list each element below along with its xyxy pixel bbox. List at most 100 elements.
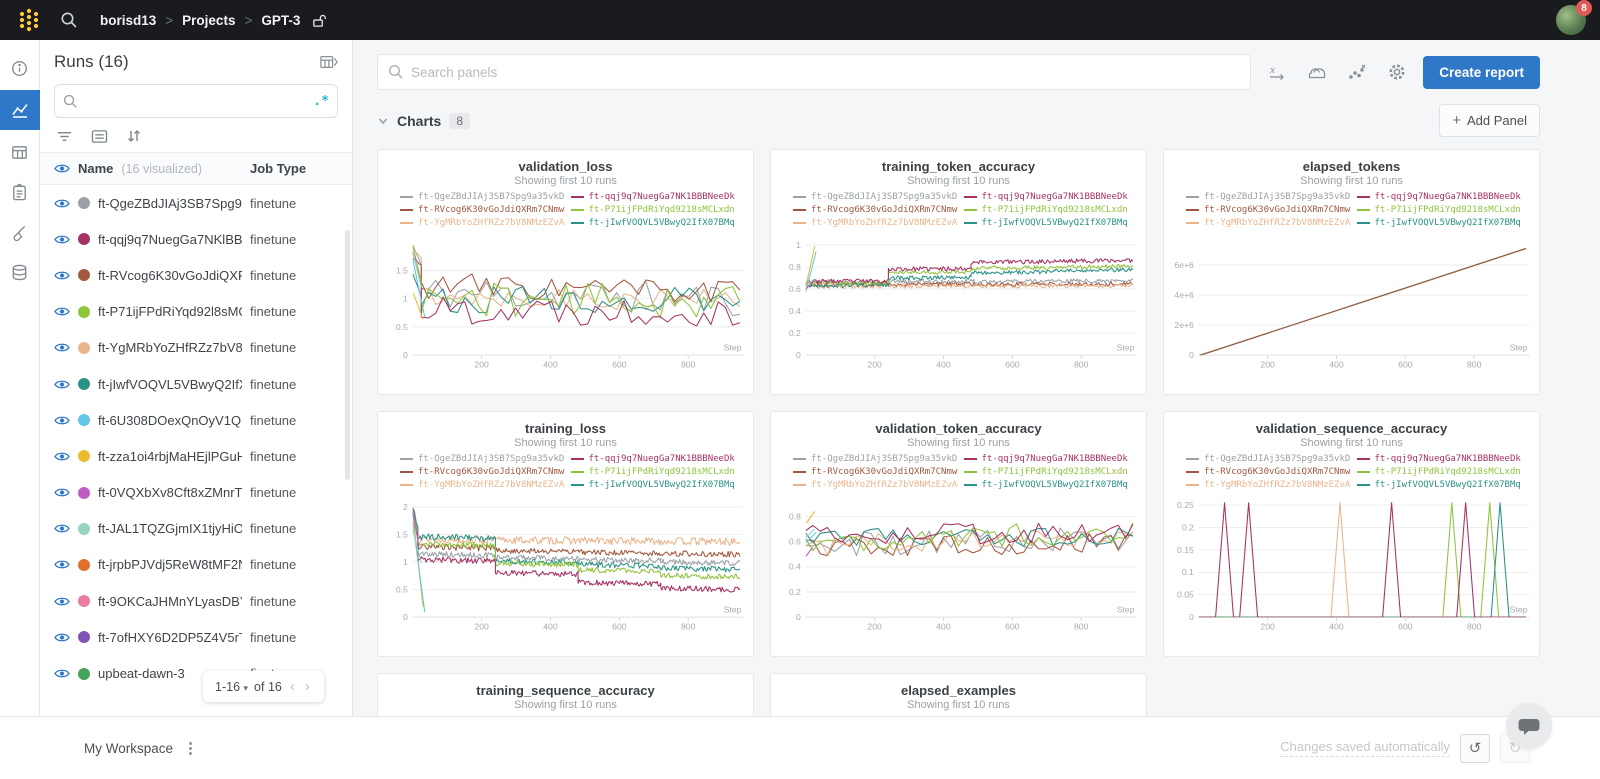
run-row[interactable]: ft-7ofHXY6D2DP5Z4V5rTvfinetune [40,619,352,655]
pagination-next-button[interactable]: › [303,678,312,695]
visibility-eye-icon[interactable] [54,667,70,680]
chart-title: validation_sequence_accuracy [1164,421,1539,436]
run-name[interactable]: ft-zza1oi4rbjMaHEjlPGuH [98,449,242,464]
run-name[interactable]: ft-0VQXbXv8Cft8xZMnrTZ [98,485,242,500]
group-icon[interactable] [91,128,108,144]
run-name[interactable]: ft-9OKCaJHMnYLyasDBYF [98,594,242,609]
run-row[interactable]: ft-jIwfVOQVL5VBwyQ2IfXfinetune [40,366,352,402]
workspace-selector[interactable]: My Workspace [84,741,173,756]
pagination-prev-button[interactable]: ‹ [288,678,297,695]
run-name[interactable]: ft-jIwfVOQVL5VBwyQ2IfX [98,377,242,392]
table-tab-icon[interactable] [2,134,38,170]
artifacts-tab-icon[interactable] [2,254,38,290]
column-header-name[interactable]: Name [78,161,113,176]
chart-panel[interactable]: training_sequence_accuracyShowing first … [377,673,754,716]
run-row[interactable]: ft-0VQXbXv8Cft8xZMnrTZfinetune [40,475,352,511]
visibility-eye-icon[interactable] [54,233,70,246]
undo-button[interactable]: ↺ [1460,734,1490,763]
filter-icon[interactable] [56,128,73,144]
chart-plot[interactable]: 00.050.10.150.20.25200400600800Step [1164,493,1539,643]
breadcrumb-user[interactable]: borisd13 [100,13,156,28]
chart-plot[interactable]: 00.511.52200400600800Step [378,493,753,643]
chart-plot[interactable]: 00.511.5200400600800Step [378,231,753,381]
visibility-eye-icon[interactable] [54,269,70,282]
search-icon[interactable] [60,11,78,29]
settings-gear-icon[interactable] [1387,62,1407,82]
column-header-job-type[interactable]: Job Type [250,161,338,176]
pagination-range-dropdown[interactable]: 1-16 ▾ [215,680,248,694]
run-row[interactable]: ft-zza1oi4rbjMaHEjlPGuHfinetune [40,438,352,474]
run-row[interactable]: ft-RVcog6K30vGoJdiQXRrfinetune [40,257,352,293]
run-name[interactable]: ft-P71ijFPdRiYqd92l8sMC [98,304,242,319]
workspace-menu-kebab-icon[interactable]: ⋮ [183,739,198,757]
run-name[interactable]: ft-RVcog6K30vGoJdiQXRr [98,268,242,283]
outliers-icon[interactable] [1347,63,1367,81]
breadcrumb-separator: > [165,13,173,28]
chevron-down-icon[interactable] [377,115,389,127]
visibility-eye-icon[interactable] [54,522,70,535]
run-job-type: finetune [250,196,338,211]
visibility-eye-icon[interactable] [54,305,70,318]
legend-item: ft-qqj9q7NuegGa7NK1BBBNeeDk [1357,452,1528,465]
run-row[interactable]: ft-YgMRbYoZHfRZz7bV8Nlfinetune [40,330,352,366]
visibility-eye-icon[interactable] [54,341,70,354]
sweeps-tab-icon[interactable] [2,214,38,250]
avatar[interactable]: 8 [1556,5,1586,35]
create-report-button[interactable]: Create report [1423,56,1540,89]
run-row[interactable]: ft-jrpbPJVdj5ReW8tMF2Nfinetune [40,547,352,583]
chart-panel[interactable]: validation_token_accuracyShowing first 1… [770,411,1147,657]
runs-search-input[interactable] [84,94,313,109]
x-axis-settings-icon[interactable]: x [1267,63,1287,81]
help-chat-button[interactable] [1506,703,1552,749]
chart-plot[interactable]: 00.20.40.60.8200400600800Step [771,493,1146,643]
smoothing-icon[interactable] [1307,63,1327,81]
run-row[interactable]: ft-JAL1TQZGjmIX1tjyHiOlfinetune [40,511,352,547]
run-name[interactable]: ft-YgMRbYoZHfRZz7bV8Nl [98,340,242,355]
visibility-eye-icon[interactable] [54,631,70,644]
visibility-all-toggle[interactable] [54,162,70,175]
visibility-eye-icon[interactable] [54,197,70,210]
chart-panel[interactable]: training_lossShowing first 10 runsft-Qge… [377,411,754,657]
legend-dash [1186,458,1199,460]
chart-plot[interactable]: 00.20.40.60.81200400600800Step [771,231,1146,381]
expand-runs-table-button[interactable] [320,54,338,70]
charts-workspace-tab-icon[interactable] [0,90,40,130]
notification-badge[interactable]: 8 [1576,0,1592,16]
chart-panel[interactable]: training_token_accuracyShowing first 10 … [770,149,1147,395]
chart-panel[interactable]: elapsed_tokensShowing first 10 runsft-Qg… [1163,149,1540,395]
legend-dash [571,222,584,224]
panel-search-input[interactable] [411,65,1240,80]
visibility-eye-icon[interactable] [54,414,70,427]
legend-dash [400,484,413,486]
run-name[interactable]: ft-QgeZBdJIAj3SB7Spg9a [98,196,242,211]
run-row[interactable]: ft-9OKCaJHMnYLyasDBYFfinetune [40,583,352,619]
regex-toggle-icon[interactable]: .* [313,94,329,109]
visibility-eye-icon[interactable] [54,450,70,463]
add-panel-button[interactable]: +Add Panel [1439,104,1540,137]
run-row[interactable]: ft-P71ijFPdRiYqd92l8sMCfinetune [40,294,352,330]
legend-dash [1186,209,1199,211]
chart-panel[interactable]: validation_lossShowing first 10 runsft-Q… [377,149,754,395]
chart-panel[interactable]: validation_sequence_accuracyShowing firs… [1163,411,1540,657]
run-row[interactable]: ft-QgeZBdJIAj3SB7Spg9a finetune [40,185,352,221]
visibility-eye-icon[interactable] [54,558,70,571]
chart-panel[interactable]: elapsed_examplesShowing first 10 runsft-… [770,673,1147,716]
run-name[interactable]: ft-jrpbPJVdj5ReW8tMF2N [98,557,242,572]
visibility-eye-icon[interactable] [54,378,70,391]
runs-scrollbar[interactable] [345,230,350,480]
chart-plot[interactable]: 02e+64e+66e+6200400600800Step [1164,231,1539,381]
run-name[interactable]: ft-7ofHXY6D2DP5Z4V5rTv [98,630,242,645]
breadcrumb-project-name[interactable]: GPT-3 [261,13,300,28]
run-row[interactable]: ft-qqj9q7NuegGa7NKlBBlfinetune [40,221,352,257]
sort-icon[interactable] [126,128,142,144]
visibility-eye-icon[interactable] [54,595,70,608]
run-name[interactable]: ft-qqj9q7NuegGa7NKlBBl [98,232,242,247]
breadcrumb-projects[interactable]: Projects [182,13,235,28]
run-row[interactable]: ft-6U308DOexQnOyV1QNfinetune [40,402,352,438]
wandb-logo[interactable] [14,5,44,35]
logs-tab-icon[interactable] [2,174,38,210]
overview-tab-icon[interactable] [2,50,38,86]
visibility-eye-icon[interactable] [54,486,70,499]
run-name[interactable]: ft-6U308DOexQnOyV1QN [98,413,242,428]
run-name[interactable]: ft-JAL1TQZGjmIX1tjyHiOl [98,521,242,536]
